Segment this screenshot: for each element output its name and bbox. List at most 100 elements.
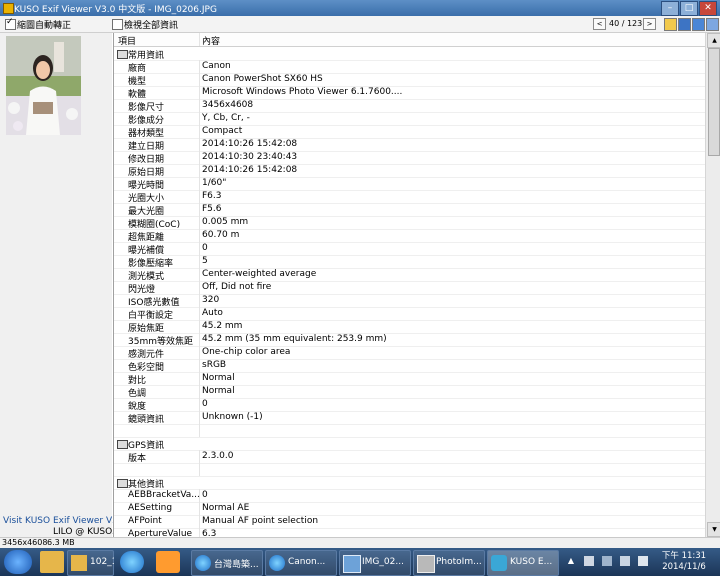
exif-table[interactable]: 項目 內容 常用資訊 廠商 Canon 機型 Canon PowerShot SX60 … <box>113 33 706 537</box>
ie-pinned-icon[interactable] <box>120 551 144 573</box>
row-value: 0 <box>202 243 208 253</box>
show-all-label: 檢視全部資訊 <box>124 21 179 31</box>
column-header-content[interactable]: 內容 <box>202 34 220 47</box>
row-value: 2014:10:26 15:42:08 <box>202 165 298 175</box>
keyboard-icon[interactable] <box>584 556 594 566</box>
row-value: Compact <box>202 126 243 136</box>
volume-icon[interactable] <box>638 556 648 566</box>
table-row[interactable] <box>114 424 706 438</box>
section-header-row[interactable]: 其他資訊 <box>114 476 706 490</box>
open-folder-icon[interactable] <box>664 18 677 31</box>
taskbar-task-3[interactable]: Canon... <box>265 550 337 576</box>
flag-icon[interactable] <box>602 556 612 566</box>
settings-icon[interactable] <box>706 18 719 31</box>
table-row[interactable]: 色彩空間 sRGB <box>114 359 706 373</box>
table-row[interactable]: 超焦距離 60.70 m <box>114 229 706 243</box>
save-as-icon[interactable] <box>692 18 705 31</box>
table-row[interactable]: AESetting Normal AE <box>114 502 706 516</box>
section-header-row[interactable]: 常用資訊 <box>114 47 706 61</box>
table-row[interactable]: 機型 Canon PowerShot SX60 HS <box>114 73 706 87</box>
table-row[interactable]: AFPoint Manual AF point selection <box>114 515 706 529</box>
photo-thumbnail[interactable] <box>6 36 81 135</box>
table-row[interactable]: 模糊圈(CoC) 0.005 mm <box>114 216 706 230</box>
taskbar-task-5[interactable]: PhotoIm... <box>413 550 485 576</box>
table-row[interactable]: 器材類型 Compact <box>114 125 706 139</box>
table-row[interactable]: 曝光時間 1/60" <box>114 177 706 191</box>
row-value: Normal <box>202 373 235 383</box>
table-row[interactable]: 原始日期 2014:10:26 15:42:08 <box>114 164 706 178</box>
prev-button[interactable]: < <box>593 18 606 30</box>
taskbar-task-2[interactable]: 台灣島築... <box>191 550 263 576</box>
row-value: Microsoft Windows Photo Viewer 6.1.7600.… <box>202 87 403 97</box>
maximize-button[interactable]: □ <box>680 1 698 16</box>
row-value: Off, Did not fire <box>202 282 272 292</box>
save-icon[interactable] <box>678 18 691 31</box>
table-row[interactable]: 曝光補償 0 <box>114 242 706 256</box>
table-row[interactable]: 光圈大小 F6.3 <box>114 190 706 204</box>
row-value: Y, Cb, Cr, - <box>202 113 250 123</box>
row-value: 3456x4608 <box>202 100 254 110</box>
table-row[interactable]: 銳度 0 <box>114 398 706 412</box>
scroll-thumb[interactable] <box>708 48 720 156</box>
table-row[interactable]: 鏡頭資訊 Unknown (-1) <box>114 411 706 425</box>
column-header-item[interactable]: 項目 <box>118 34 190 47</box>
table-row[interactable]: 感測元件 One-chip color area <box>114 346 706 360</box>
author-credit: LILO @ KUSO.c <box>53 527 120 537</box>
row-value: 2.3.0.0 <box>202 451 234 461</box>
show-all-checkbox[interactable] <box>112 19 123 30</box>
scroll-up-icon[interactable]: ▲ <box>707 33 720 48</box>
media-player-icon[interactable] <box>156 551 180 573</box>
photo-app-icon <box>417 555 435 573</box>
table-row[interactable]: 白平衡設定 Auto <box>114 307 706 321</box>
table-row[interactable]: 測光模式 Center-weighted average <box>114 268 706 282</box>
table-row[interactable]: 影像成分 Y, Cb, Cr, - <box>114 112 706 126</box>
table-row[interactable]: 原始焦距 45.2 mm <box>114 320 706 334</box>
tray-arrow-icon[interactable]: ▲ <box>566 556 576 566</box>
task-folder-icon[interactable] <box>40 551 64 573</box>
table-row[interactable]: 修改日期 2014:10:30 23:40:43 <box>114 151 706 165</box>
table-row[interactable]: 版本 2.3.0.0 <box>114 450 706 464</box>
table-row[interactable]: 最大光圈 F5.6 <box>114 203 706 217</box>
minimize-button[interactable]: – <box>661 1 679 16</box>
taskbar-task-1[interactable]: 102_10... <box>67 550 114 576</box>
vertical-scrollbar[interactable]: ▲ ▼ <box>705 33 720 537</box>
table-row[interactable]: AEBBracketVa... 0 <box>114 489 706 503</box>
section-icon <box>117 479 128 488</box>
auto-rotate-checkbox[interactable] <box>5 17 16 30</box>
ie-icon <box>195 555 211 571</box>
table-row[interactable]: 色調 Normal <box>114 385 706 399</box>
table-row[interactable]: 軟體 Microsoft Windows Photo Viewer 6.1.760… <box>114 86 706 100</box>
row-value: 0 <box>202 399 208 409</box>
status-bar: 3456x4608 6.3 MB <box>0 537 720 548</box>
taskbar-task-6[interactable]: KUSO E... <box>487 550 559 576</box>
table-row[interactable]: 廠商 Canon <box>114 60 706 74</box>
close-button[interactable]: ✕ <box>699 1 717 16</box>
network-icon[interactable] <box>620 556 630 566</box>
row-value: F5.6 <box>202 204 222 214</box>
row-value: 320 <box>202 295 220 305</box>
start-button[interactable] <box>4 550 32 574</box>
scroll-down-icon[interactable]: ▼ <box>707 522 720 537</box>
next-button[interactable]: > <box>643 18 656 30</box>
clock[interactable]: 下午 11:31 2014/11/6 <box>659 551 709 573</box>
clock-date: 2014/11/6 <box>662 562 706 572</box>
image-counter: 40 / 123 <box>609 19 643 28</box>
visit-link[interactable]: Visit KUSO Exif Viewer V3.0 <box>3 516 126 526</box>
table-row[interactable]: 影像尺寸 3456x4608 <box>114 99 706 113</box>
table-row[interactable] <box>114 463 706 477</box>
table-row[interactable]: 閃光燈 Off, Did not fire <box>114 281 706 295</box>
row-value: 45.2 mm <box>202 321 243 331</box>
taskbar: 102_10... 台灣島築... Canon... IMG_02... Pho… <box>0 548 720 576</box>
table-row[interactable]: 對比 Normal <box>114 372 706 386</box>
auto-rotate-label: 縮圖自動轉正 <box>17 21 72 31</box>
row-value: F6.3 <box>202 191 222 201</box>
section-header-row[interactable]: GPS資訊 <box>114 437 706 451</box>
row-value: Unknown (-1) <box>202 412 263 422</box>
table-row[interactable]: 影像壓縮率 5 <box>114 255 706 269</box>
table-row[interactable]: ApertureValue 6.3 <box>114 528 706 537</box>
table-row[interactable]: ISO感光數值 320 <box>114 294 706 308</box>
taskbar-task-4[interactable]: IMG_02... <box>339 550 411 576</box>
table-row[interactable]: 35mm等效焦距 45.2 mm (35 mm equivalent: 253.9… <box>114 333 706 347</box>
table-row[interactable]: 建立日期 2014:10:26 15:42:08 <box>114 138 706 152</box>
row-value: Normal <box>202 386 235 396</box>
